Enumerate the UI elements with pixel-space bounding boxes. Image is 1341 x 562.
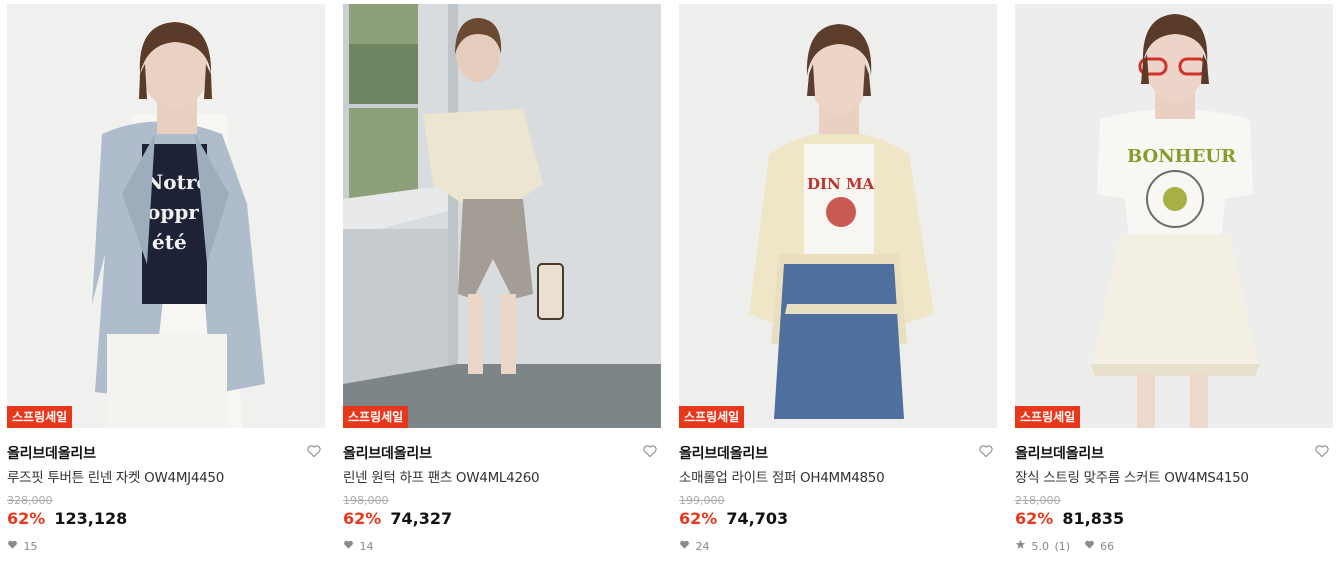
discount-rate: 62% bbox=[343, 509, 382, 528]
product-card[interactable]: Notre oppr été 스프링세일 올리브데올리브 루즈핏 투버튼 린넨 … bbox=[7, 4, 325, 560]
sale-price: 81,835 bbox=[1062, 509, 1125, 528]
heart-filled-icon bbox=[343, 539, 354, 553]
brand-name[interactable]: 올리브데올리브 bbox=[679, 443, 768, 463]
price-row: 62% 123,128 bbox=[7, 509, 325, 531]
price-row: 62% 81,835 bbox=[1015, 509, 1333, 531]
rating-value: 5.0 bbox=[1031, 539, 1050, 553]
review-count: (1) bbox=[1054, 539, 1071, 553]
sale-badge: 스프링세일 bbox=[679, 406, 745, 428]
product-grid: Notre oppr été 스프링세일 올리브데올리브 루즈핏 투버튼 린넨 … bbox=[0, 0, 1341, 562]
discount-rate: 62% bbox=[7, 509, 46, 528]
brand-name[interactable]: 올리브데올리브 bbox=[7, 443, 96, 463]
heart-filled-icon bbox=[1084, 539, 1095, 553]
product-card[interactable]: BONHEUR 스프링세일 올리브데올리브 장식 스트링 맞주름 스커트 OW4… bbox=[1015, 4, 1333, 560]
product-name[interactable]: 장식 스트링 맞주름 스커트 OW4MS4150 bbox=[1015, 466, 1333, 486]
svg-text:été: été bbox=[152, 230, 187, 254]
product-name[interactable]: 린넨 원턱 하프 팬츠 OW4ML4260 bbox=[343, 466, 661, 486]
brand-row: 올리브데올리브 bbox=[7, 443, 325, 465]
product-photo-pleated-skirt: BONHEUR bbox=[1015, 4, 1333, 428]
product-name[interactable]: 루즈핏 투버튼 린넨 자켓 OW4MJ4450 bbox=[7, 466, 325, 486]
discount-rate: 62% bbox=[1015, 509, 1054, 528]
original-price: 198,000 bbox=[343, 494, 389, 507]
heart-filled-icon bbox=[679, 539, 690, 553]
heart-outline-icon[interactable] bbox=[306, 443, 322, 459]
original-price: 218,000 bbox=[1015, 494, 1061, 507]
product-meta: 5.0 (1) 66 bbox=[1015, 539, 1333, 555]
sale-badge: 스프링세일 bbox=[343, 406, 409, 428]
sale-price: 74,703 bbox=[726, 509, 789, 528]
product-photo-half-pants bbox=[343, 4, 661, 428]
svg-text:DIN MA: DIN MA bbox=[807, 175, 875, 193]
sale-price: 123,128 bbox=[54, 509, 128, 528]
sale-badge: 스프링세일 bbox=[1015, 406, 1081, 428]
sale-badge: 스프링세일 bbox=[7, 406, 73, 428]
star-icon bbox=[1015, 539, 1026, 553]
heart-filled-icon bbox=[7, 539, 18, 553]
original-price: 199,000 bbox=[679, 494, 725, 507]
like-count: 15 bbox=[23, 539, 38, 553]
product-meta: 24 bbox=[679, 539, 997, 555]
product-image[interactable]: Notre oppr été 스프링세일 bbox=[7, 4, 325, 428]
sale-price: 74,327 bbox=[390, 509, 453, 528]
product-card[interactable]: 스프링세일 올리브데올리브 린넨 원턱 하프 팬츠 OW4ML4260 198,… bbox=[343, 4, 661, 560]
heart-outline-icon[interactable] bbox=[978, 443, 994, 459]
price-row: 62% 74,327 bbox=[343, 509, 661, 531]
product-photo-jacket: Notre oppr été bbox=[7, 4, 325, 428]
heart-outline-icon[interactable] bbox=[1314, 443, 1330, 459]
product-photo-light-jumper: DIN MA bbox=[679, 4, 997, 428]
product-image[interactable]: 스프링세일 bbox=[343, 4, 661, 428]
product-image[interactable]: DIN MA 스프링세일 bbox=[679, 4, 997, 428]
svg-text:BONHEUR: BONHEUR bbox=[1127, 146, 1237, 167]
brand-row: 올리브데올리브 bbox=[679, 443, 997, 465]
brand-name[interactable]: 올리브데올리브 bbox=[343, 443, 432, 463]
like-count: 66 bbox=[1100, 539, 1115, 553]
discount-rate: 62% bbox=[679, 509, 718, 528]
product-name[interactable]: 소매롤업 라이트 점퍼 OH4MM4850 bbox=[679, 466, 997, 486]
like-count: 14 bbox=[359, 539, 374, 553]
original-price: 328,000 bbox=[7, 494, 53, 507]
heart-outline-icon[interactable] bbox=[642, 443, 658, 459]
price-row: 62% 74,703 bbox=[679, 509, 997, 531]
brand-name[interactable]: 올리브데올리브 bbox=[1015, 443, 1104, 463]
svg-text:oppr: oppr bbox=[147, 200, 199, 224]
product-meta: 14 bbox=[343, 539, 661, 555]
brand-row: 올리브데올리브 bbox=[1015, 443, 1333, 465]
like-count: 24 bbox=[695, 539, 710, 553]
product-card[interactable]: DIN MA 스프링세일 올리브데올리브 소매롤업 라이트 점퍼 OH4MM48… bbox=[679, 4, 997, 560]
brand-row: 올리브데올리브 bbox=[343, 443, 661, 465]
product-meta: 15 bbox=[7, 539, 325, 555]
product-image[interactable]: BONHEUR 스프링세일 bbox=[1015, 4, 1333, 428]
